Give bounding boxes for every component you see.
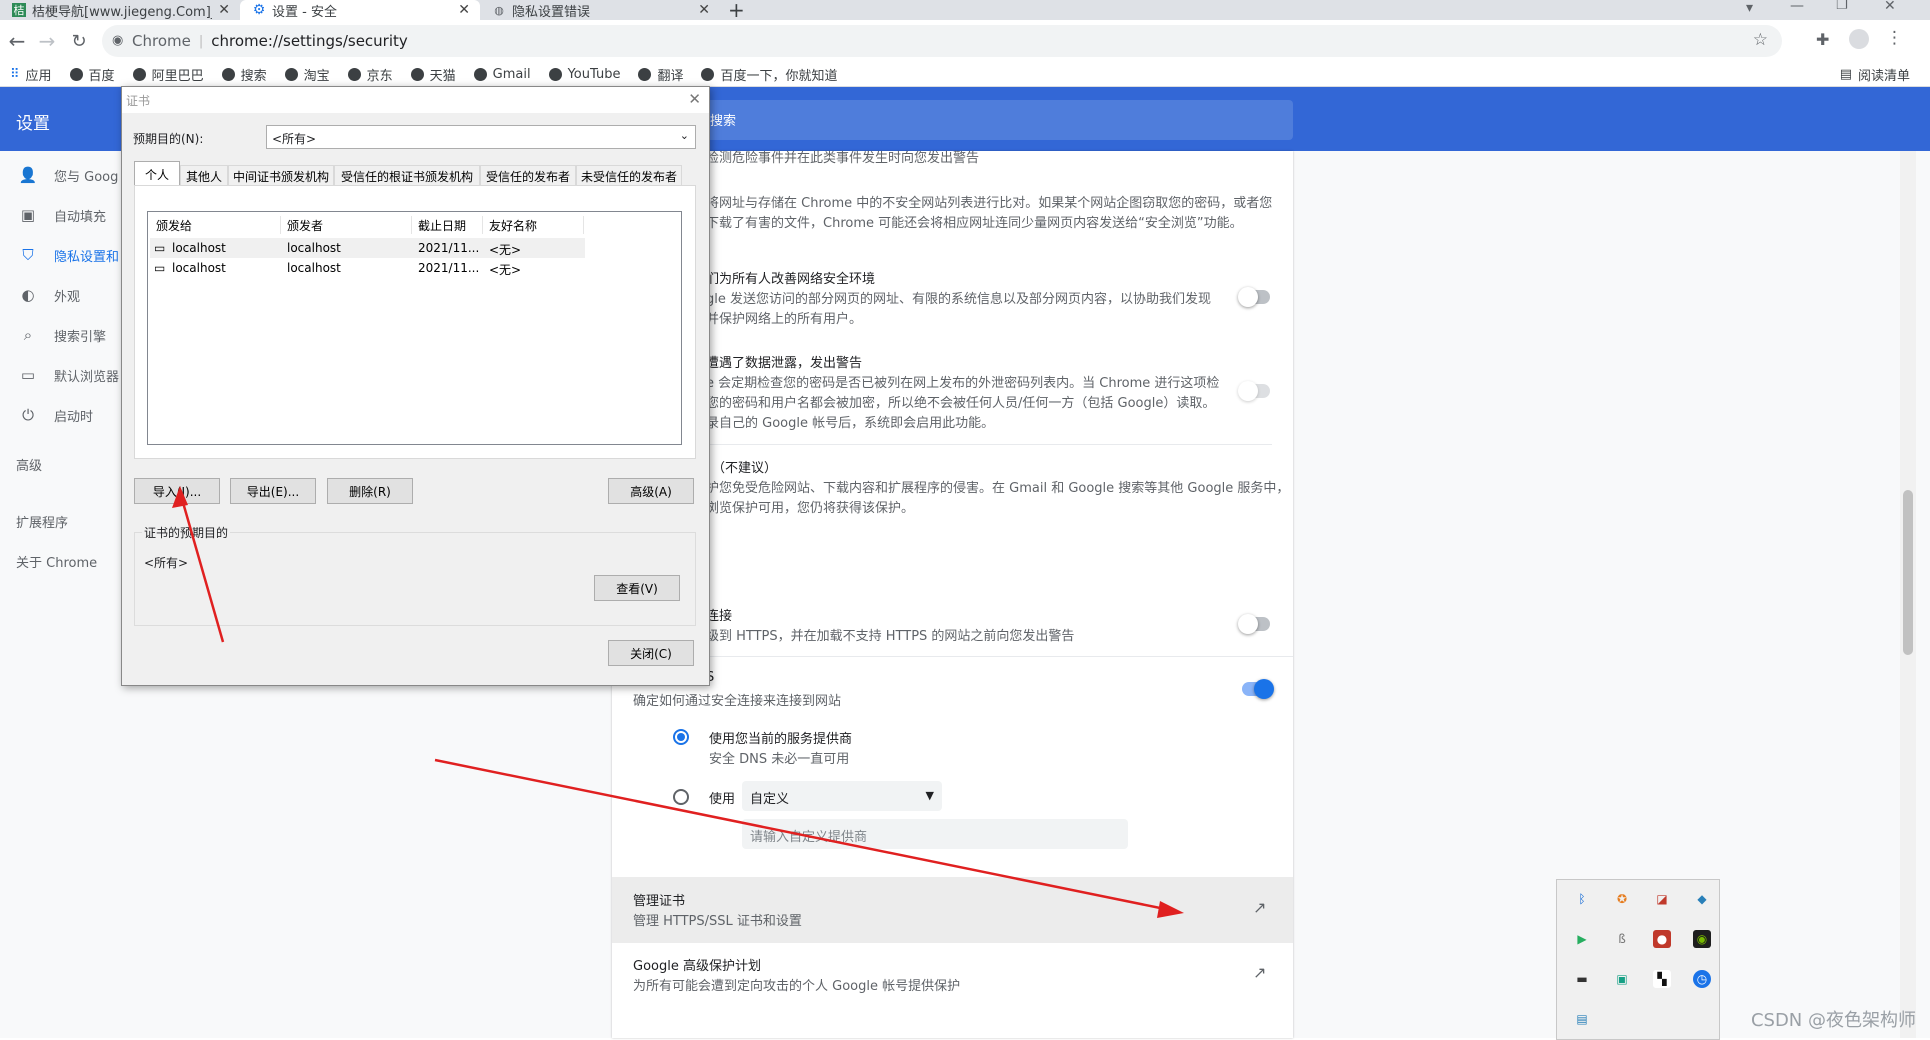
arrow-head-icon <box>1157 901 1184 918</box>
arrow-head-icon <box>172 486 188 508</box>
annotation-arrow-manage-cert <box>434 758 1171 912</box>
annotation-arrow-import <box>178 491 225 643</box>
annotation-arrows <box>172 486 1184 918</box>
watermark: CSDN @夜色架构师 <box>1750 1010 1916 1031</box>
